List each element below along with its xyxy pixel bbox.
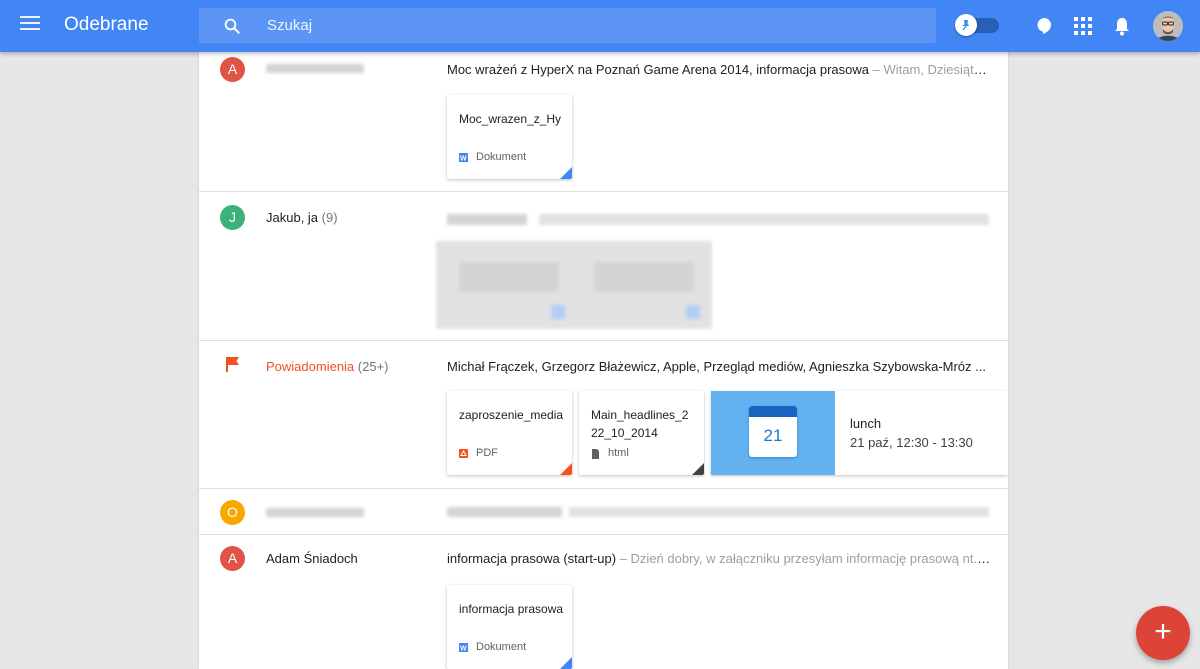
sender-avatar: J: [220, 205, 245, 230]
user-photo: [1153, 11, 1183, 41]
thread-subject: Michał Frączek, Grzegorz Błażewicz, Appl…: [447, 359, 986, 374]
thread-item[interactable]: A Moc wrażeń z HyperX na Poznań Game Are…: [199, 52, 1008, 192]
attachment-card[interactable]: Moc_wrazen_z_Hy W Dokument: [447, 95, 572, 179]
blurred-sender: [266, 64, 364, 73]
sender-avatar: O: [220, 500, 245, 525]
attachment-card[interactable]: Main_headlines_2 22_10_2014 html: [579, 391, 704, 475]
attachment-name: Moc_wrazen_z_Hy: [459, 112, 562, 126]
thread-item[interactable]: A Adam Śniadoch informacja prasowa (star…: [199, 535, 1008, 669]
thread-sender: Jakub, ja (9): [266, 210, 338, 225]
thread-item[interactable]: O: [199, 489, 1008, 535]
attachment-name: zaproszenie_media: [459, 408, 564, 422]
page-title: Odebrane: [64, 14, 149, 35]
apps-grid-icon[interactable]: [1072, 15, 1094, 37]
word-doc-icon: W: [459, 152, 468, 162]
thread-sender: Adam Śniadoch: [266, 551, 358, 566]
svg-text:W: W: [460, 645, 467, 652]
attachment-name: Main_headlines_2 22_10_2014: [591, 408, 689, 440]
attachment-type: PDF: [476, 447, 498, 459]
calendar-event-card[interactable]: 21 lunch 21 paź, 12:30 - 13:30: [711, 391, 1008, 475]
attachment-card[interactable]: zaproszenie_media PDF: [447, 391, 572, 475]
account-avatar[interactable]: [1153, 11, 1183, 41]
menu-icon[interactable]: [20, 16, 40, 36]
attachment-type: html: [608, 447, 629, 459]
notifications-bell-icon[interactable]: [1111, 15, 1133, 37]
attachment-card[interactable]: informacja prasowa W Dokument: [447, 585, 572, 669]
search-bar[interactable]: [199, 8, 936, 43]
sender-avatar: A: [220, 546, 245, 571]
sender-avatar: A: [220, 57, 245, 82]
svg-text:W: W: [460, 155, 467, 162]
blurred-subject: [447, 214, 527, 225]
pin-icon: [962, 20, 970, 31]
event-title: lunch: [850, 416, 882, 431]
word-doc-icon: W: [459, 642, 468, 652]
inbox-list: A Moc wrażeń z HyperX na Poznań Game Are…: [199, 52, 1008, 669]
thread-subject: informacja prasowa (start-up) – Dzień do…: [447, 551, 992, 566]
corner-fold: [692, 463, 704, 475]
html-file-icon: [591, 448, 600, 459]
thread-subject: Moc wrażeń z HyperX na Poznań Game Arena…: [447, 62, 992, 77]
top-app-bar: Odebrane: [0, 0, 1200, 52]
search-icon[interactable]: [223, 17, 241, 35]
thread-item[interactable]: Powiadomienia (25+) Michał Frączek, Grze…: [199, 341, 1008, 489]
corner-fold: [560, 657, 572, 669]
hangouts-icon[interactable]: [1033, 15, 1055, 37]
event-time: 21 paź, 12:30 - 13:30: [850, 435, 973, 450]
attachment-name: informacja prasowa: [459, 602, 564, 616]
thread-item[interactable]: J Jakub, ja (9): [199, 192, 1008, 341]
corner-fold: [560, 167, 572, 179]
attachment-type: Dokument: [476, 151, 527, 163]
flag-icon: [226, 357, 239, 372]
pinned-toggle[interactable]: [955, 14, 999, 36]
blurred-sender: [266, 508, 364, 517]
attachment-type: Dokument: [476, 641, 527, 653]
thread-sender: Powiadomienia (25+): [266, 359, 389, 374]
pdf-icon: [459, 448, 468, 458]
corner-fold: [560, 463, 572, 475]
search-input[interactable]: [267, 8, 867, 43]
calendar-icon: 21: [749, 406, 797, 457]
compose-fab-button[interactable]: +: [1136, 606, 1190, 660]
blurred-subject: [447, 507, 562, 517]
